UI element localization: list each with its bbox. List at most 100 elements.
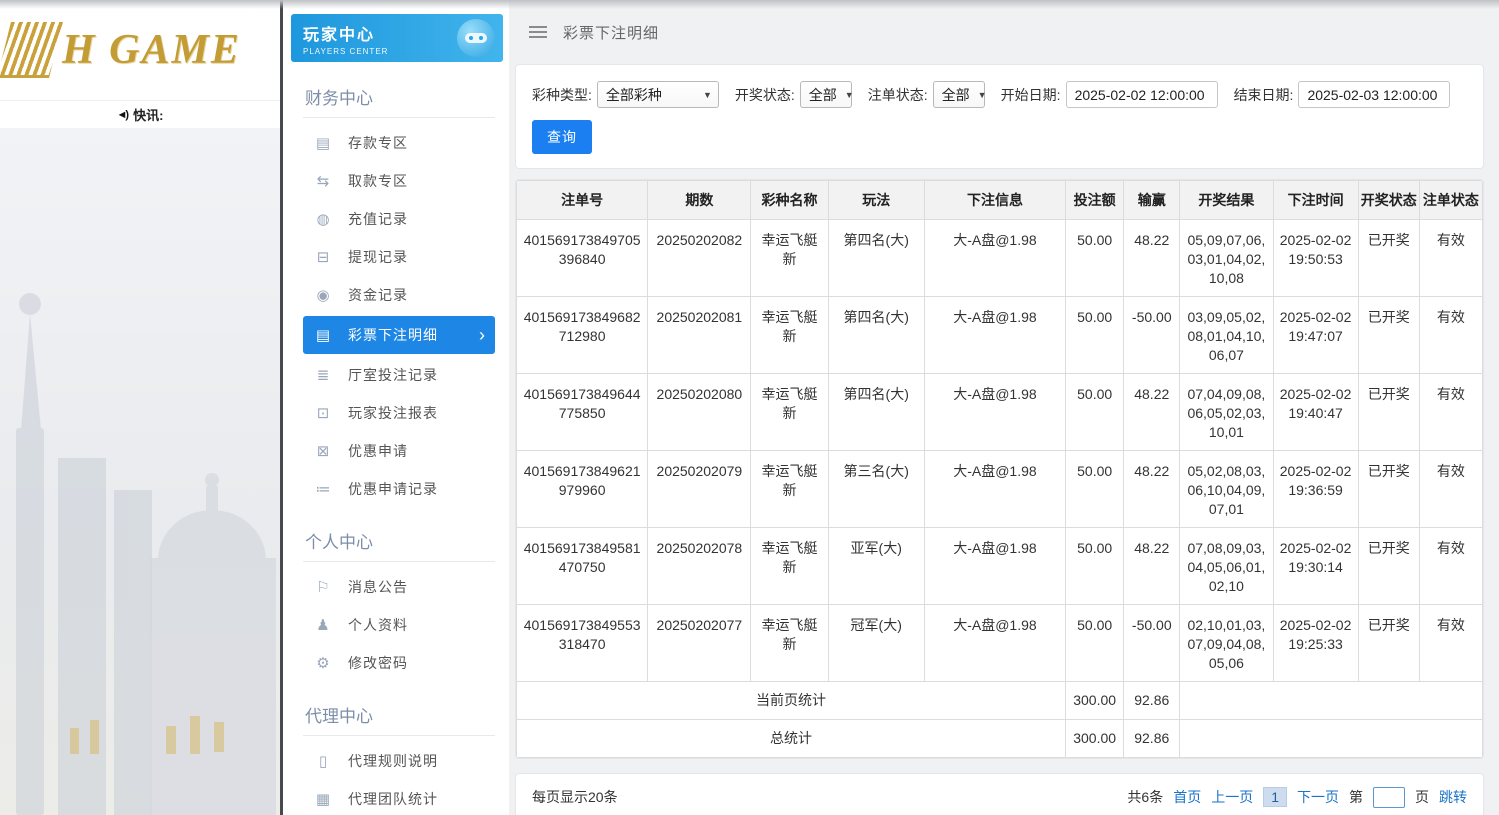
cell-win-loss: 48.22: [1123, 527, 1181, 605]
cell-bet-status: 有效: [1418, 450, 1483, 528]
cell-bet-no: 401569173849644775850: [516, 373, 649, 451]
sidebar-item-label: 充值记录: [348, 211, 408, 227]
sidebar-item-agent-team-stats[interactable]: ▦ 代理团队统计: [303, 780, 495, 815]
sidebar-item-label: 存款专区: [348, 135, 408, 151]
cell-draw-status: 已开奖: [1357, 604, 1420, 682]
draw-status-select[interactable]: 全部 ▼: [799, 81, 854, 108]
sidebar-item-message-notice[interactable]: ⚐ 消息公告: [303, 568, 495, 606]
cell-win-loss: 48.22: [1123, 373, 1181, 451]
jump-suffix: 页: [1415, 789, 1429, 805]
sidebar-item-hall-bet-record[interactable]: ≣ 厅室投注记录: [303, 356, 495, 394]
cell-bet-time: 2025-02-02 19:40:47: [1272, 373, 1359, 451]
filter-row: 彩种类型: 全部彩种 ▼ 开奖状态: 全部 ▼ 注单状态: 全部 ▼ 开始日期:…: [532, 81, 1467, 108]
cell-bet-status: 有效: [1418, 604, 1483, 682]
query-button[interactable]: 查询: [532, 120, 592, 154]
sidebar-item-withdraw-zone[interactable]: ⇆ 取款专区: [303, 162, 495, 200]
cell-play-method: 冠军(大): [827, 604, 925, 682]
page-root: H GAME ◄) 快讯: 玩家中心 PLAYERS CENTER 财务中心 ▤…: [0, 0, 1499, 815]
cell-lottery-name: 幸运飞艇新: [750, 296, 829, 374]
table-row: 401569173849621979960 20250202079 幸运飞艇新 第三名…: [516, 450, 1483, 528]
draw-status-value: 全部: [808, 86, 837, 103]
cell-lottery-name: 幸运飞艇新: [750, 219, 829, 297]
bet-status-select[interactable]: 全部 ▼: [932, 81, 987, 108]
first-page-link[interactable]: 首页: [1173, 787, 1201, 807]
cell-bet-no: 401569173849621979960: [516, 450, 649, 528]
prev-page-link[interactable]: 上一页: [1211, 787, 1253, 807]
page-size-text: 每页显示20条: [532, 789, 618, 805]
column-header-draw-result: 开奖结果: [1179, 180, 1274, 220]
column-header-bet-amount: 投注额: [1065, 180, 1125, 220]
sidebar-item-promo-apply-record[interactable]: ≔ 优惠申请记录: [303, 470, 495, 508]
bets-table: 注单号 期数 彩种名称 玩法 下注信息 投注额 输赢 开奖结果 下注时间 开奖状态 注单状态 401…: [516, 180, 1483, 758]
lottery-type-select[interactable]: 全部彩种 ▼: [596, 81, 719, 108]
table-row: 401569173849705396840 20250202082 幸运飞艇新 第四名…: [516, 219, 1483, 297]
summary-bet-amount: 300.00: [1065, 719, 1125, 758]
jump-page-input[interactable]: [1373, 786, 1405, 808]
cell-bet-amount: 50.00: [1065, 604, 1125, 682]
sidebar-item-label: 修改密码: [348, 655, 408, 671]
menu-toggle-icon[interactable]: [527, 23, 549, 41]
cell-bet-amount: 50.00: [1065, 527, 1125, 605]
hh-logo-mark-icon: [0, 22, 63, 78]
next-page-link[interactable]: 下一页: [1297, 787, 1339, 807]
cell-win-loss: -50.00: [1123, 296, 1181, 374]
withdraw-zone-icon: ⇆: [316, 173, 330, 190]
cell-period: 20250202082: [647, 219, 752, 297]
sidebar-item-player-bet-report[interactable]: ⊡ 玩家投注报表: [303, 394, 495, 432]
cell-period: 20250202081: [647, 296, 752, 374]
cell-bet-info: 大-A盘@1.98: [923, 373, 1067, 451]
funds-record-icon: ◉: [316, 287, 330, 304]
cell-bet-status: 有效: [1418, 296, 1483, 374]
bets-table-card: 注单号 期数 彩种名称 玩法 下注信息 投注额 输赢 开奖结果 下注时间 开奖状态 注单状态 401…: [515, 179, 1484, 759]
end-date-input[interactable]: [1298, 81, 1451, 108]
news-label: 快讯:: [133, 108, 164, 123]
cell-draw-result: 07,08,09,03,04,05,06,01,02,10: [1179, 527, 1274, 605]
summary-row: 总统计 300.00 92.86: [516, 719, 1483, 758]
cell-bet-info: 大-A盘@1.98: [923, 450, 1067, 528]
sidebar-item-label: 优惠申请: [348, 443, 408, 459]
sidebar-item-label: 个人资料: [348, 617, 408, 633]
cell-bet-info: 大-A盘@1.98: [923, 527, 1067, 605]
sidebar-item-label: 彩票下注明细: [348, 327, 438, 343]
section-title: 财务中心: [303, 74, 495, 118]
cell-lottery-name: 幸运飞艇新: [750, 527, 829, 605]
summary-label: 总统计: [516, 719, 1067, 758]
column-header-period: 期数: [647, 180, 752, 220]
sidebar-item-label: 玩家投注报表: [348, 405, 438, 421]
summary-empty: [1179, 719, 1483, 758]
promo-apply-record-icon: ≔: [315, 481, 331, 498]
sidebar-item-deposit-zone[interactable]: ▤ 存款专区: [303, 124, 495, 162]
pagination-bar: 每页显示20条 共6条 首页 上一页 1 下一页 第 页 跳转: [515, 773, 1484, 815]
promo-apply-icon: ⊠: [316, 443, 330, 460]
sidebar-item-label: 代理规则说明: [348, 753, 438, 769]
table-body: 401569173849705396840 20250202082 幸运飞艇新 第四名…: [516, 219, 1483, 758]
page-title: 彩票下注明细: [563, 24, 660, 42]
jump-link[interactable]: 跳转: [1439, 787, 1467, 807]
column-header-win-loss: 输赢: [1123, 180, 1181, 220]
cell-draw-result: 03,09,05,02,08,01,04,10,06,07: [1179, 296, 1274, 374]
start-date-input[interactable]: [1065, 81, 1218, 108]
pager: 共6条 首页 上一页 1 下一页 第 页 跳转: [1127, 786, 1467, 808]
draw-status-label: 开奖状态:: [734, 86, 795, 103]
sidebar-item-funds-record[interactable]: ◉ 资金记录: [303, 276, 495, 314]
sidebar-item-withdraw-record[interactable]: ⊟ 提现记录: [303, 238, 495, 276]
sidebar-item-profile[interactable]: ♟ 个人资料: [303, 606, 495, 644]
cell-bet-no: 401569173849581470750: [516, 527, 649, 605]
sidebar-item-agent-rules[interactable]: ▯ 代理规则说明: [303, 742, 495, 780]
sidebar-item-label: 代理团队统计: [348, 791, 438, 807]
cell-draw-result: 02,10,01,03,07,09,04,08,05,06: [1179, 604, 1274, 682]
sidebar-item-change-password[interactable]: ⚙ 修改密码: [303, 644, 495, 682]
column-header-bet-no: 注单号: [516, 180, 649, 220]
cell-play-method: 第四名(大): [827, 296, 925, 374]
cell-bet-amount: 50.00: [1065, 450, 1125, 528]
sidebar-item-promo-apply[interactable]: ⊠ 优惠申请: [303, 432, 495, 470]
cell-win-loss: 48.22: [1123, 450, 1181, 528]
column-header-play-method: 玩法: [827, 180, 925, 220]
sidebar-item-label: 提现记录: [348, 249, 408, 265]
sidebar-item-recharge-record[interactable]: ◍ 充值记录: [303, 200, 495, 238]
sidebar-item-lottery-bet-detail[interactable]: ▤ 彩票下注明细 ›: [303, 316, 495, 354]
current-page[interactable]: 1: [1263, 787, 1287, 807]
brand-logo: H GAME: [0, 0, 280, 100]
dropdown-arrow-icon: ▼: [702, 89, 712, 100]
column-header-draw-status: 开奖状态: [1357, 180, 1420, 220]
